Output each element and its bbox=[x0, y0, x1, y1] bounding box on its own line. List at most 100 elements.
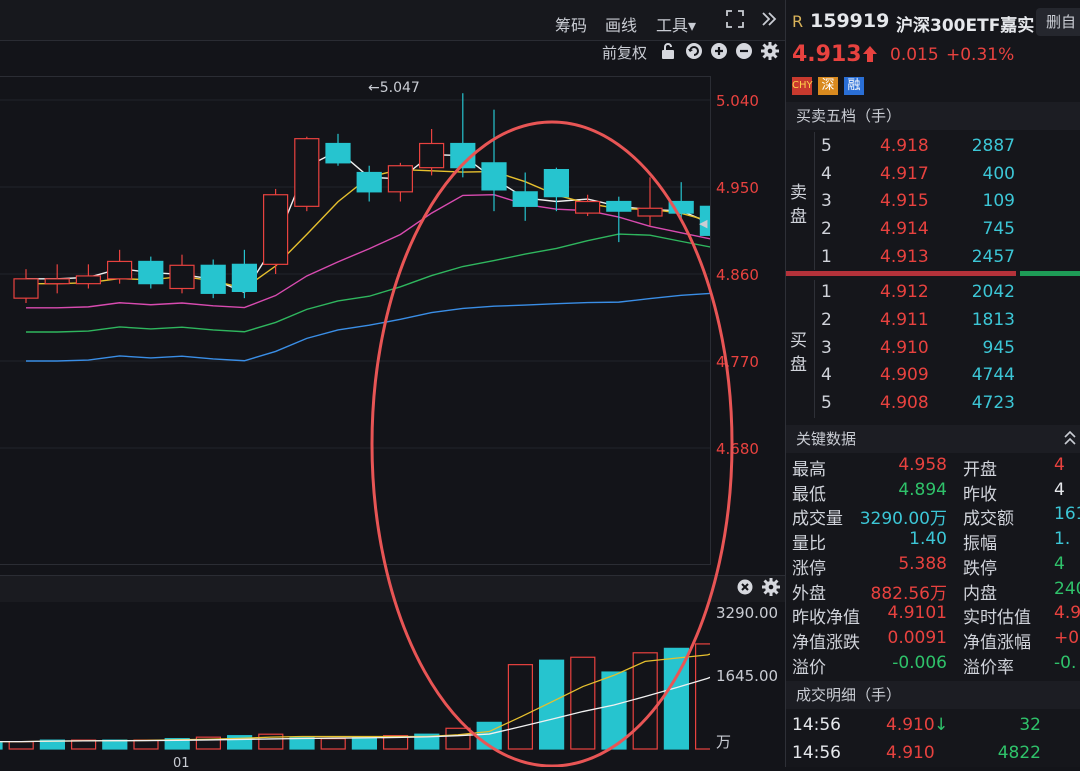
ask-row[interactable]: 3 4.915 109 bbox=[786, 191, 1080, 217]
key-data-label: 开盘 bbox=[963, 460, 997, 480]
candle-body bbox=[106, 260, 133, 280]
tools-dropdown[interactable]: 工具▾ bbox=[656, 12, 696, 36]
price-change: 0.015 bbox=[890, 45, 939, 65]
ask-row[interactable]: 4 4.917 400 bbox=[786, 164, 1080, 190]
key-data-row: 外盘 882.56万内盘 2407.4 bbox=[786, 579, 1080, 604]
quote-panel: R 159919 沪深300ETF嘉实 删自 4.913 0.015 +0.31… bbox=[785, 0, 1080, 767]
margin-badge: 融 bbox=[844, 77, 864, 95]
key-data-label: 溢价 bbox=[792, 657, 826, 678]
key-data-row: 涨停 5.388 跌停 4 bbox=[786, 553, 1080, 579]
key-data-label: 成交量 bbox=[792, 509, 843, 530]
key-data-label: 净值涨跌 bbox=[792, 632, 860, 653]
volume-bar bbox=[320, 738, 346, 750]
key-data-label: 溢价率 bbox=[963, 657, 1014, 678]
key-data-label: 最高 bbox=[792, 460, 826, 480]
trade-row: 14:56 4.910 4822 bbox=[786, 743, 1080, 767]
chevrons-right-icon[interactable] bbox=[760, 8, 778, 34]
key-data-row: 最高 4.958 开盘 4 bbox=[786, 455, 1080, 480]
key-data-row: 成交量 3290.00万成交额 161.7 bbox=[786, 504, 1080, 530]
bid-row[interactable]: 2 4.911 1813 bbox=[786, 310, 1080, 336]
sell-ratio-bar bbox=[786, 271, 1016, 276]
volume-bar bbox=[102, 739, 128, 750]
undo-icon[interactable] bbox=[684, 42, 704, 62]
key-data-value: -0. bbox=[1054, 652, 1077, 673]
candle-body bbox=[325, 142, 351, 164]
price-adjust-selector[interactable]: 前复权 bbox=[602, 42, 647, 63]
price-tick: 5.040 bbox=[716, 92, 759, 110]
key-data-value: 4.894 bbox=[898, 479, 947, 500]
key-data-value: 5.388 bbox=[898, 553, 947, 574]
orderbook-header: 买卖五档（手） bbox=[786, 102, 1080, 130]
draw-line-button[interactable]: 画线 bbox=[605, 12, 637, 36]
key-data-title: 关键数据 bbox=[796, 430, 857, 448]
key-data-value: +0. bbox=[1054, 627, 1080, 648]
key-data-label: 外盘 bbox=[792, 583, 826, 604]
trades-header: 成交明细（手） bbox=[786, 681, 1080, 709]
gear-icon[interactable] bbox=[760, 42, 780, 62]
expand-icon[interactable] bbox=[724, 8, 746, 34]
trade-volume: 32 bbox=[1019, 715, 1041, 735]
key-data-row: 量比 1.40 振幅 1. bbox=[786, 529, 1080, 555]
chart-toolbar: 筹码 画线 工具▾ bbox=[0, 0, 785, 41]
chips-button[interactable]: 筹码 bbox=[555, 12, 587, 36]
price-change-pct: +0.31% bbox=[946, 45, 1015, 65]
ask-row[interactable]: 5 4.918 2887 bbox=[786, 136, 1080, 162]
volume-bar bbox=[133, 739, 159, 750]
key-data-value: -0.006 bbox=[892, 652, 947, 673]
volume-bar bbox=[8, 741, 34, 750]
key-data-label: 实时估值 bbox=[963, 608, 1031, 629]
candle-body bbox=[169, 264, 195, 290]
candle-body bbox=[138, 260, 164, 285]
key-data-value: 882.56万 bbox=[870, 583, 947, 604]
trade-price: 4.910 bbox=[886, 715, 935, 735]
x-axis-tick: 01 bbox=[173, 756, 190, 771]
key-data-row: 溢价 -0.006 溢价率 -0. bbox=[786, 652, 1080, 678]
ask-row[interactable]: 2 4.914 745 bbox=[786, 219, 1080, 245]
key-data-value: 1. bbox=[1054, 529, 1071, 550]
bid-row[interactable]: 1 4.912 2042 bbox=[786, 282, 1080, 308]
key-data-value: 4.9101 bbox=[887, 603, 947, 624]
bid-row[interactable]: 4 4.909 4744 bbox=[786, 365, 1080, 391]
high-marker-label: ←5.047 bbox=[368, 80, 420, 96]
trade-time: 14:56 bbox=[792, 715, 841, 735]
security-code: 159919 bbox=[810, 10, 890, 32]
trade-time: 14:56 bbox=[792, 743, 841, 763]
bid-row[interactable]: 3 4.910 945 bbox=[786, 338, 1080, 364]
gear-icon[interactable] bbox=[762, 578, 780, 600]
key-data-value: 1.40 bbox=[909, 529, 947, 550]
key-data-value: 0.0091 bbox=[887, 627, 947, 648]
candle-body bbox=[75, 275, 102, 285]
key-data-label: 最低 bbox=[792, 484, 826, 505]
candle-body bbox=[231, 263, 257, 292]
key-data-label: 成交额 bbox=[963, 509, 1014, 530]
ask-row[interactable]: 1 4.913 2457 bbox=[786, 247, 1080, 273]
candle-body bbox=[294, 138, 320, 207]
key-data-value: 4 bbox=[1054, 479, 1065, 500]
key-data-value: 161.7 bbox=[1054, 504, 1080, 525]
key-data-value: 4 bbox=[1054, 553, 1065, 574]
key-data-label: 净值涨幅 bbox=[963, 632, 1031, 653]
key-data-value: 4.9 bbox=[1054, 603, 1080, 624]
key-data-row: 昨收净值 4.9101 实时估值 4.9 bbox=[786, 603, 1080, 629]
key-data-label: 内盘 bbox=[963, 583, 997, 604]
key-data-row: 净值涨跌 0.0091 净值涨幅 +0. bbox=[786, 627, 1080, 653]
remove-watchlist-button[interactable]: 删自 bbox=[1036, 8, 1080, 36]
key-data-row: 最低 4.894 昨收 4 bbox=[786, 479, 1080, 505]
security-name: 沪深300ETF嘉实 bbox=[896, 16, 1035, 36]
annotation-ellipse bbox=[370, 120, 734, 767]
candle-body bbox=[13, 278, 39, 299]
currency-badge: CHY bbox=[792, 77, 813, 95]
candle-body bbox=[263, 194, 289, 265]
candle-body bbox=[44, 278, 70, 285]
key-data-label: 振幅 bbox=[963, 534, 997, 555]
zoom-out-icon[interactable] bbox=[734, 42, 754, 62]
key-data-label: 量比 bbox=[792, 534, 826, 555]
key-data-label: 昨收 bbox=[963, 484, 997, 505]
key-data-header[interactable]: 关键数据 bbox=[786, 425, 1080, 453]
lock-icon[interactable] bbox=[658, 42, 678, 62]
buy-ratio-bar bbox=[1020, 271, 1080, 276]
trade-row: 14:56 4.910 ↓ 32 bbox=[786, 715, 1080, 739]
bid-row[interactable]: 5 4.908 4723 bbox=[786, 393, 1080, 419]
candle-body bbox=[200, 264, 226, 294]
zoom-in-icon[interactable] bbox=[709, 42, 729, 62]
